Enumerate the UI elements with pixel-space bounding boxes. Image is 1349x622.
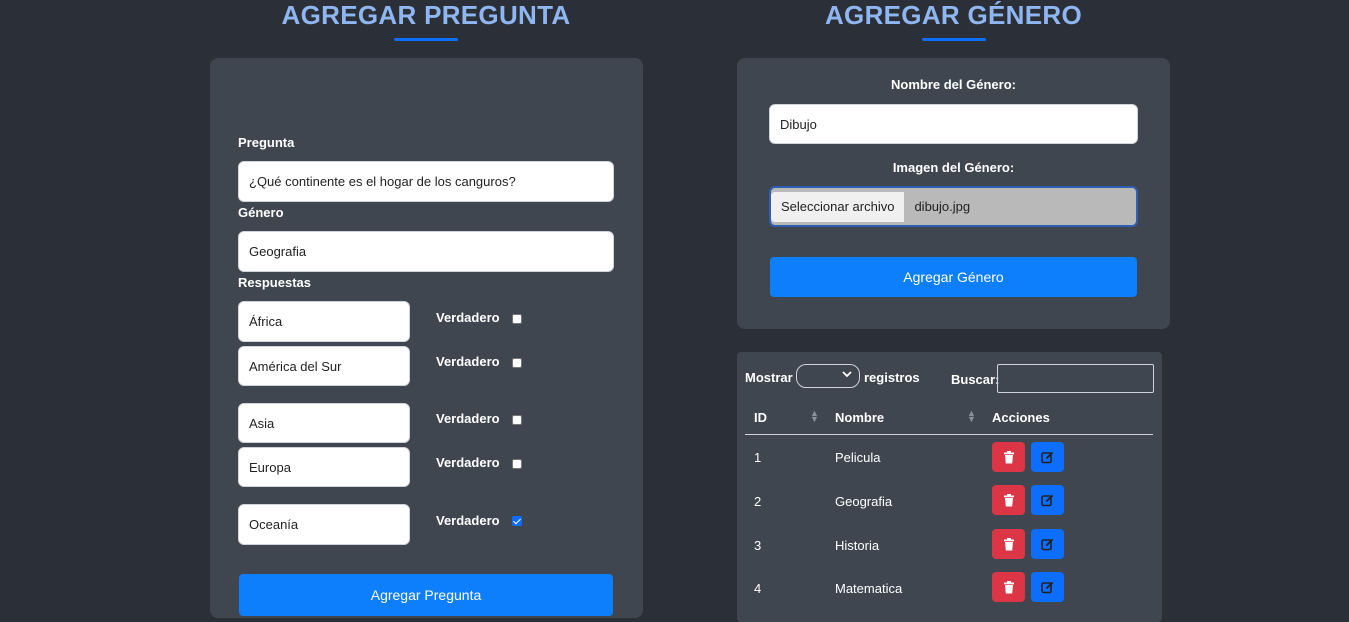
delete-button[interactable] <box>992 572 1025 602</box>
chevron-down-icon <box>841 368 853 383</box>
header-acciones: Acciones <box>992 410 1050 425</box>
cell-id: 3 <box>754 538 762 553</box>
sort-icon[interactable]: ▲ ▼ <box>967 409 976 424</box>
buscar-label: Buscar: <box>951 372 1000 387</box>
cell-nombre: Pelicula <box>835 450 881 465</box>
edit-icon <box>1041 494 1054 506</box>
seleccionar-archivo-button[interactable]: Seleccionar archivo <box>771 191 905 222</box>
imagen-genero-label: Imagen del Género: <box>892 160 1015 175</box>
verdadero-label: Verdadero <box>436 411 500 426</box>
edit-icon <box>1041 581 1054 593</box>
title-underline <box>394 38 458 41</box>
respuestas-label: Respuestas <box>238 275 311 290</box>
sort-icon[interactable]: ▲ ▼ <box>810 409 819 424</box>
nombre-genero-input[interactable]: Dibujo <box>769 104 1138 144</box>
table-row: 1 Pelicula <box>737 435 1162 479</box>
verdadero-label: Verdadero <box>436 455 500 470</box>
imagen-file-input[interactable]: Seleccionar archivo dibujo.jpg <box>769 186 1138 227</box>
buscar-input[interactable] <box>997 364 1154 393</box>
cell-id: 2 <box>754 494 762 509</box>
file-name: dibujo.jpg <box>914 199 971 214</box>
cell-id: 1 <box>754 450 762 465</box>
page-title-genero: AGREGAR GÉNERO <box>824 0 1082 30</box>
trash-icon <box>1003 450 1014 463</box>
verdadero-label: Verdadero <box>436 513 500 528</box>
edit-icon <box>1041 538 1054 550</box>
edit-button[interactable] <box>1031 485 1064 515</box>
agregar-pregunta-button[interactable]: Agregar Pregunta <box>239 574 613 616</box>
edit-button[interactable] <box>1031 572 1064 602</box>
cell-nombre: Matematica <box>835 581 903 596</box>
verdadero-label: Verdadero <box>436 310 500 325</box>
verdadero-label: Verdadero <box>436 354 500 369</box>
pregunta-input[interactable]: ¿Qué continente es el hogar de los cangu… <box>238 161 614 202</box>
respuesta-input[interactable]: África <box>238 301 410 342</box>
page-title-pregunta: AGREGAR PREGUNTA <box>281 0 571 30</box>
agregar-genero-button[interactable]: Agregar Género <box>770 257 1137 297</box>
edit-button[interactable] <box>1031 442 1064 472</box>
nombre-genero-label: Nombre del Género: <box>891 77 1016 92</box>
verdadero-checkbox[interactable] <box>512 459 522 469</box>
delete-button[interactable] <box>992 485 1025 515</box>
pregunta-label: Pregunta <box>238 135 295 150</box>
respuesta-input[interactable]: Oceanía <box>238 504 410 545</box>
registros-select[interactable] <box>796 364 860 388</box>
table-row: 4 Matematica <box>737 567 1162 611</box>
cell-nombre: Geografia <box>835 494 893 509</box>
trash-icon <box>1003 580 1014 593</box>
table-row: 3 Historia <box>737 523 1162 567</box>
edit-icon <box>1041 451 1054 463</box>
cell-nombre: Historia <box>835 538 880 553</box>
delete-button[interactable] <box>992 529 1025 559</box>
title-underline <box>922 38 986 41</box>
edit-button[interactable] <box>1031 529 1064 559</box>
trash-icon <box>1003 493 1014 506</box>
verdadero-checkbox[interactable] <box>512 516 522 526</box>
generos-table-card: Mostrar registros Buscar: ID ▲ ▼ Nombre ▲… <box>737 352 1162 622</box>
pregunta-card: Pregunta ¿Qué continente es el hogar de … <box>210 58 643 618</box>
delete-button[interactable] <box>992 442 1025 472</box>
respuesta-input[interactable]: Asia <box>238 403 410 443</box>
genero-card: Nombre del Género: Dibujo Imagen del Gén… <box>737 58 1170 329</box>
header-id[interactable]: ID <box>754 410 767 425</box>
verdadero-checkbox[interactable] <box>512 358 522 368</box>
verdadero-checkbox[interactable] <box>512 314 522 324</box>
header-nombre[interactable]: Nombre <box>835 410 884 425</box>
table-row: 2 Geografia <box>737 479 1162 523</box>
genero-label: Género <box>238 205 284 220</box>
respuesta-input[interactable]: Europa <box>238 447 410 487</box>
mostrar-label: Mostrar <box>745 370 793 385</box>
registros-label: registros <box>864 370 920 385</box>
trash-icon <box>1003 537 1014 550</box>
cell-id: 4 <box>754 581 762 596</box>
verdadero-checkbox[interactable] <box>512 415 522 425</box>
genero-input[interactable]: Geografia <box>238 231 614 272</box>
respuesta-input[interactable]: América del Sur <box>238 346 410 386</box>
